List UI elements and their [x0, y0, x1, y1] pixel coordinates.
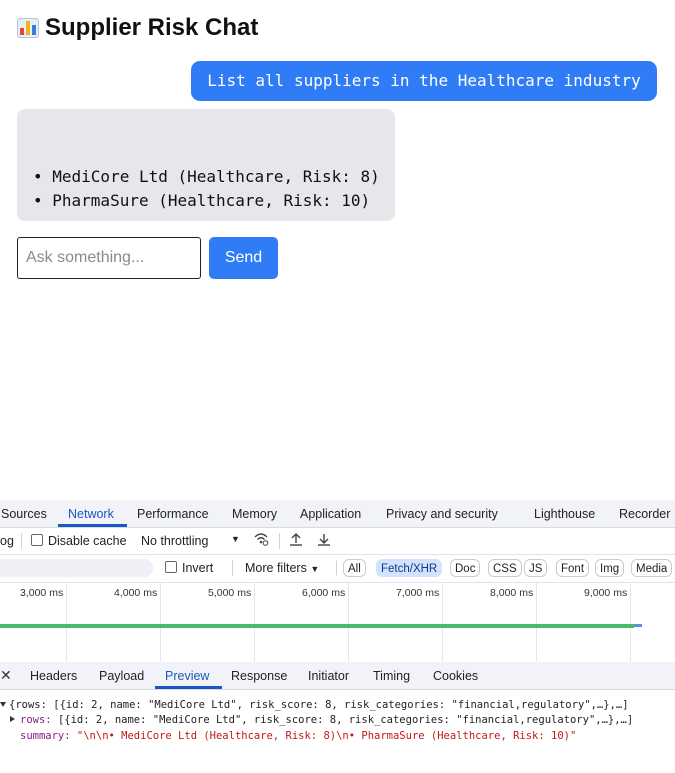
preview-rows-key: rows: [20, 714, 52, 726]
checkbox-icon [165, 561, 177, 573]
timeline-gridline [536, 583, 537, 662]
preview-summary-key: summary: [20, 730, 71, 742]
timeline-tick-label: 3,000 ms [20, 587, 64, 599]
timeline-gridline [160, 583, 161, 662]
tab-application[interactable]: Application [300, 507, 361, 521]
network-conditions-icon[interactable] [253, 531, 269, 550]
download-icon[interactable] [317, 532, 331, 551]
invert-checkbox[interactable]: Invert [165, 561, 213, 575]
filter-chip-doc[interactable]: Doc [450, 559, 481, 577]
network-timeline[interactable]: 3,000 ms 4,000 ms 5,000 ms 6,000 ms 7,00… [0, 583, 675, 663]
timeline-tick-label: 7,000 ms [396, 587, 440, 599]
preview-rows-value: [{id: 2, name: "MediCore Ltd", risk_scor… [57, 714, 634, 726]
expand-triangle-icon [0, 702, 6, 707]
preview-rows-row[interactable]: rows: [{id: 2, name: "MediCore Ltd", ris… [10, 714, 633, 726]
chat-input[interactable] [17, 237, 201, 279]
tab-cookies[interactable]: Cookies [433, 669, 478, 683]
filter-input[interactable] [0, 559, 153, 577]
request-detail-tabs: ✕ Headers Payload Preview Response Initi… [0, 662, 675, 690]
tab-response[interactable]: Response [231, 669, 287, 683]
timeline-tick-label: 4,000 ms [114, 587, 158, 599]
toolbar-divider [232, 560, 233, 576]
timeline-gridline [66, 583, 67, 662]
active-tab-indicator [155, 686, 222, 689]
timeline-gridline [442, 583, 443, 662]
user-message-bubble: List all suppliers in the Healthcare ind… [191, 61, 657, 101]
tab-memory[interactable]: Memory [232, 507, 277, 521]
toolbar-divider [336, 560, 337, 576]
timeline-tick-label: 8,000 ms [490, 587, 534, 599]
tab-performance[interactable]: Performance [137, 507, 209, 521]
timeline-tick-label: 9,000 ms [584, 587, 628, 599]
tab-initiator[interactable]: Initiator [308, 669, 349, 683]
tab-headers[interactable]: Headers [30, 669, 77, 683]
preview-summary-row: summary: "\n\n• MediCore Ltd (Healthcare… [20, 730, 576, 742]
devtools-panel: Sources Network Performance Memory Appli… [0, 500, 675, 773]
timeline-gridline [348, 583, 349, 662]
tab-payload[interactable]: Payload [99, 669, 144, 683]
response-preview: {rows: [{id: 2, name: "MediCore Ltd", ri… [0, 690, 675, 773]
filter-chip-js[interactable]: JS [524, 559, 548, 577]
throttling-select[interactable]: No throttling [141, 534, 208, 548]
send-button[interactable]: Send [209, 237, 278, 279]
filter-chip-img[interactable]: Img [595, 559, 625, 577]
request-timing-bar-tail [634, 624, 642, 627]
timeline-gridline [254, 583, 255, 662]
bot-message-line: • PharmaSure (Healthcare, Risk: 10) [33, 191, 371, 210]
toolbar-divider [279, 533, 280, 549]
more-filters-label: More filters [245, 561, 307, 575]
invert-label: Invert [182, 561, 214, 575]
filter-chip-media[interactable]: Media [631, 559, 673, 577]
filter-chip-css[interactable]: CSS [488, 559, 522, 577]
preserve-log-label[interactable]: og [0, 534, 14, 548]
chevron-down-icon[interactable]: ▼ [231, 534, 240, 544]
timeline-gridline [630, 583, 631, 662]
timeline-tick-label: 5,000 ms [208, 587, 252, 599]
close-icon[interactable]: ✕ [0, 667, 12, 684]
tab-recorder[interactable]: Recorder [619, 507, 670, 521]
tab-lighthouse[interactable]: Lighthouse [534, 507, 595, 521]
preview-root-row[interactable]: {rows: [{id: 2, name: "MediCore Ltd", ri… [0, 699, 629, 711]
checkbox-icon [31, 534, 43, 546]
filter-chip-all[interactable]: All [343, 559, 366, 577]
toolbar-divider [21, 533, 22, 549]
disable-cache-label: Disable cache [48, 534, 127, 548]
timeline-tick-label: 6,000 ms [302, 587, 346, 599]
filter-chip-fetch-xhr[interactable]: Fetch/XHR [376, 559, 443, 577]
throttling-value: No throttling [141, 534, 209, 548]
preview-summary-value: "\n\n• MediCore Ltd (Healthcare, Risk: 8… [76, 730, 577, 742]
tab-preview[interactable]: Preview [165, 669, 209, 683]
preview-root-text: {rows: [{id: 2, name: "MediCore Ltd", ri… [9, 699, 629, 711]
network-filterbar: Invert More filters ▼ All Fetch/XHR Doc … [0, 555, 675, 583]
disable-cache-checkbox[interactable]: Disable cache [31, 534, 127, 548]
chat-app: Supplier Risk Chat List all suppliers in… [0, 0, 675, 500]
request-timing-bar [0, 624, 634, 628]
tab-network[interactable]: Network [68, 507, 114, 521]
tab-sources[interactable]: Sources [1, 507, 47, 521]
filter-chip-font[interactable]: Font [556, 559, 590, 577]
chevron-down-icon: ▼ [310, 564, 320, 574]
page-title: Supplier Risk Chat [17, 14, 258, 42]
bar-chart-icon [17, 18, 39, 38]
upload-icon[interactable] [289, 532, 303, 551]
bot-message-line: • MediCore Ltd (Healthcare, Risk: 8) [33, 167, 380, 186]
tab-timing[interactable]: Timing [373, 669, 410, 683]
bot-message-bubble: • MediCore Ltd (Healthcare, Risk: 8) • P… [17, 109, 395, 221]
collapsed-triangle-icon [10, 716, 15, 722]
page-title-text: Supplier Risk Chat [45, 14, 259, 41]
tab-privacy-security[interactable]: Privacy and security [386, 507, 498, 521]
network-toolbar: og Disable cache No throttling ▼ [0, 528, 675, 555]
devtools-tabbar: Sources Network Performance Memory Appli… [0, 500, 675, 528]
more-filters-dropdown[interactable]: More filters ▼ [245, 561, 319, 575]
active-tab-indicator [58, 524, 127, 527]
